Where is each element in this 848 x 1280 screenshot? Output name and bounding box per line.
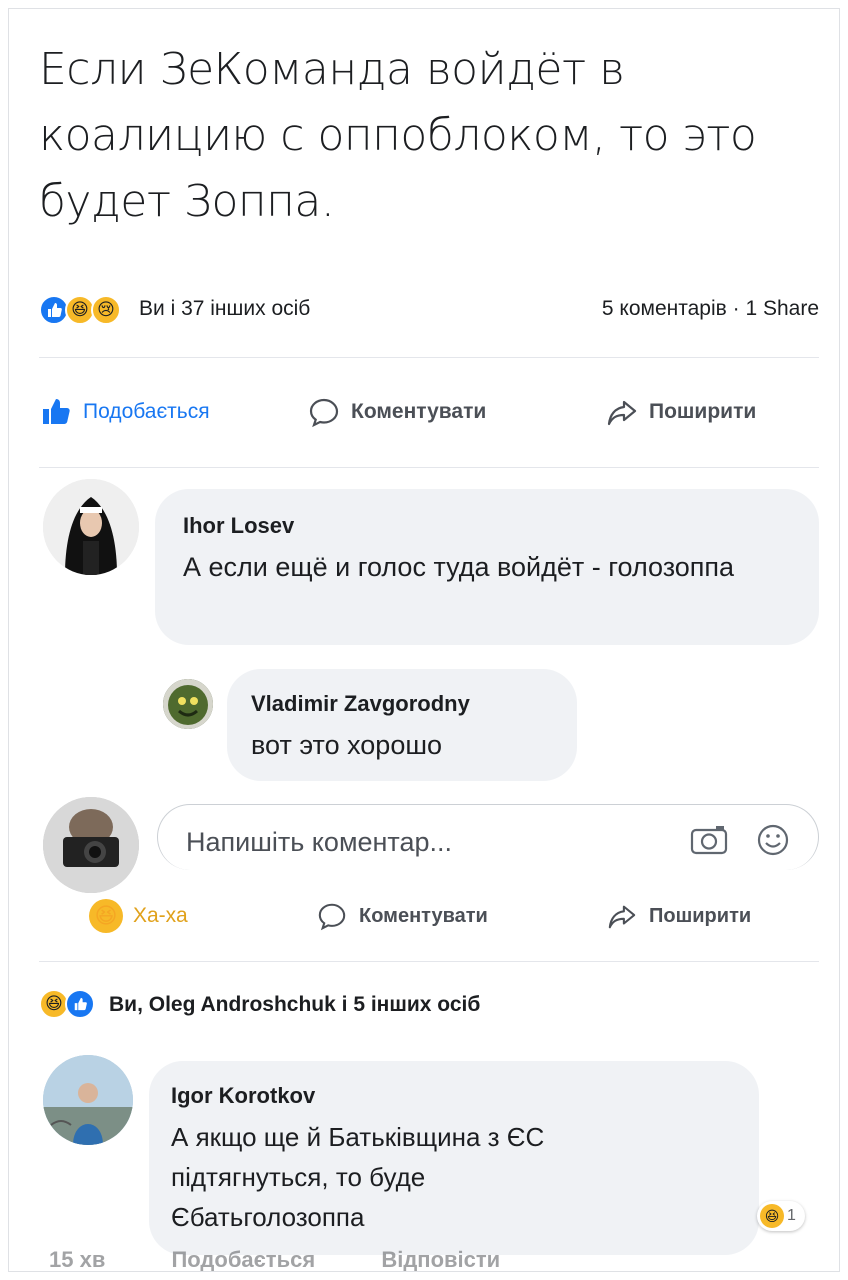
avatar[interactable] [43, 797, 139, 893]
comment-text: вот это хорошо [251, 730, 443, 760]
comment-text-line: А якщо ще й Батьківщина з ЄС [171, 1122, 545, 1152]
haha-icon: 😆 [760, 1204, 784, 1228]
divider [39, 961, 819, 962]
comment-button[interactable]: Коментувати [315, 891, 488, 941]
comment-author[interactable]: Ihor Losev [183, 513, 294, 539]
comment-label: Коментувати [351, 400, 487, 423]
like-button[interactable]: Подобається [39, 387, 210, 437]
haha-icon: 😆 [89, 899, 123, 933]
comment-label: Коментувати [359, 904, 488, 927]
share-button[interactable]: Поширити [605, 387, 756, 437]
comment-time: 15 хв [49, 1247, 106, 1272]
camera-icon[interactable] [690, 825, 728, 855]
share-label: Поширити [649, 400, 757, 423]
like-icon [65, 989, 95, 1019]
comment-reply-link[interactable]: Відповісти [381, 1247, 500, 1271]
haha-button[interactable]: 😆 Ха-ха [89, 891, 188, 941]
post-actions: Подобається Коментувати Поширити [39, 387, 819, 437]
comment-author[interactable]: Igor Korotkov [171, 1083, 315, 1109]
emoji-icon[interactable] [756, 823, 790, 857]
comment-text: А если ещё и голос туда войдёт - голозоп… [183, 552, 735, 582]
avatar[interactable] [163, 679, 213, 729]
sad-icon: 😢 [91, 295, 121, 325]
comment-bubble: Ihor Losev А если ещё и голос туда войдё… [155, 489, 819, 645]
comment-reaction-badge[interactable]: 😆 1 [757, 1201, 805, 1231]
reaction-count: 1 [787, 1207, 796, 1224]
comment-bubble: Igor Korotkov А якщо ще й Батьківщина з … [149, 1061, 759, 1255]
reactions-summary-row[interactable]: 😆 😢 Ви і 37 інших осіб 5 коментарів · 1 … [39, 291, 819, 331]
comment-like-link[interactable]: Подобається [171, 1247, 315, 1271]
share-icon [605, 899, 639, 933]
post2-actions: 😆 Ха-ха Коментувати Поширити [39, 891, 819, 941]
share-label: Поширити [649, 904, 752, 927]
avatar[interactable] [43, 1055, 133, 1145]
post-text: Если ЗеКоманда войдёт в коалицию с оппоб… [39, 44, 757, 227]
reactions-summary-text[interactable]: Ви і 37 інших осіб [139, 297, 310, 321]
thumbs-up-icon [39, 395, 73, 429]
comment-footer: 15 хв Подобається Відповісти [49, 1247, 560, 1272]
comment-text-line: підтягнуться, то буде [171, 1162, 426, 1192]
comment-bubble: Vladimir Zavgorodny вот это хорошо [227, 669, 577, 781]
comment-icon [307, 395, 341, 429]
post2-reactions-row[interactable]: 😆 Ви, Oleg Androshchuk і 5 інших осіб [39, 987, 819, 1023]
comment-text-line: Єбатьголозоппа [171, 1202, 365, 1232]
avatar[interactable] [43, 479, 139, 575]
like-label: Подобається [83, 400, 210, 423]
divider [39, 357, 819, 358]
comment-button[interactable]: Коментувати [307, 387, 486, 437]
screenshot-frame: Если ЗеКоманда войдёт в коалицию с оппоб… [8, 8, 840, 1272]
comment-input-placeholder: Напишіть коментар... [186, 827, 453, 857]
post2-reactions-summary[interactable]: Ви, Oleg Androshchuk і 5 інших осіб [109, 993, 480, 1017]
divider [39, 467, 819, 468]
comment-input[interactable]: Напишіть коментар... [157, 804, 819, 870]
haha-label: Ха-ха [133, 904, 188, 927]
comment-author[interactable]: Vladimir Zavgorodny [251, 691, 470, 717]
comment-icon [315, 899, 349, 933]
comments-shares-count[interactable]: 5 коментарів · 1 Share [602, 297, 819, 321]
share-button[interactable]: Поширити [605, 891, 751, 941]
share-icon [605, 395, 639, 429]
